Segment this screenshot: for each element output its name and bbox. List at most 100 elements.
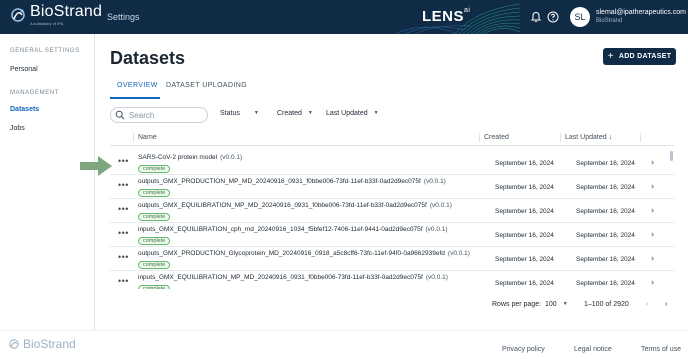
sidebar-item-datasets[interactable]: Datasets bbox=[10, 106, 39, 113]
chevron-right-icon[interactable]: › bbox=[651, 181, 654, 191]
table-row[interactable]: ••• inputs_GMX_EQUILIBRATION_MP_MD_20240… bbox=[110, 271, 674, 289]
user-email: slemal@ipatherapeutics.com bbox=[596, 9, 686, 16]
dataset-name[interactable]: outputs_GMX_PRODUCTION_Glycoprotein_MD_2… bbox=[138, 250, 470, 257]
more-options-icon[interactable]: ••• bbox=[118, 156, 129, 166]
status-filter-label: Status bbox=[220, 110, 240, 117]
caret-down-icon: ▼ bbox=[562, 301, 568, 308]
more-options-icon[interactable]: ••• bbox=[118, 252, 129, 262]
user-org: BioStrand bbox=[596, 18, 623, 24]
more-options-icon[interactable]: ••• bbox=[118, 180, 129, 190]
caret-down-icon: ▼ bbox=[253, 110, 259, 117]
active-tab-indicator bbox=[110, 97, 160, 99]
footer-brand-name: BioStrand bbox=[23, 337, 76, 351]
status-filter[interactable]: Status ▼ bbox=[220, 110, 259, 117]
column-header-created[interactable]: Created bbox=[484, 134, 509, 141]
created-date: September 16, 2024 bbox=[495, 280, 554, 287]
rows-per-page-label: Rows per page: bbox=[492, 301, 542, 308]
column-header-last-updated[interactable]: Last Updated ↓ bbox=[565, 134, 612, 141]
pagination-bar: Rows per page: 100 ▼ 1–100 of 2920 ‹ › bbox=[110, 297, 674, 313]
updated-date: September 16, 2024 bbox=[576, 232, 635, 239]
brand-name: BioStrand bbox=[30, 3, 103, 20]
created-filter[interactable]: Created ▼ bbox=[277, 110, 313, 117]
created-date: September 16, 2024 bbox=[495, 232, 554, 239]
plus-icon: + bbox=[607, 51, 614, 62]
dataset-version: (v0.0.1) bbox=[425, 226, 448, 233]
table-row[interactable]: ••• outputs_GMX_PRODUCTION_MP_MD_2024091… bbox=[110, 175, 674, 199]
chevron-right-icon[interactable]: › bbox=[651, 157, 654, 167]
chevron-right-icon[interactable]: › bbox=[651, 229, 654, 239]
sort-descending-icon: ↓ bbox=[608, 134, 613, 141]
tab-overview[interactable]: OVERVIEW bbox=[117, 82, 158, 89]
dataset-name[interactable]: outputs_GMX_PRODUCTION_MP_MD_20240916_09… bbox=[138, 178, 446, 185]
annotation-arrow-icon bbox=[80, 156, 112, 176]
updated-date: September 16, 2024 bbox=[576, 280, 635, 287]
updated-date: September 16, 2024 bbox=[576, 160, 635, 167]
next-page-icon[interactable]: › bbox=[665, 301, 667, 308]
column-separator bbox=[133, 133, 134, 142]
dataset-name[interactable]: outputs_GMX_EQUILIBRATION_MP_MD_20240916… bbox=[138, 202, 452, 209]
dataset-name[interactable]: inputs_GMX_EQUILIBRATION_cph_md_20240916… bbox=[138, 226, 448, 233]
table-row[interactable]: ••• SARS-CoV-2 protein model (v0.0.1) com… bbox=[110, 151, 674, 175]
table-body: ••• SARS-CoV-2 protein model (v0.0.1) com… bbox=[110, 151, 674, 289]
table-row[interactable]: ••• inputs_GMX_EQUILIBRATION_cph_md_2024… bbox=[110, 223, 674, 247]
chevron-right-icon[interactable]: › bbox=[651, 205, 654, 215]
search-box[interactable] bbox=[110, 107, 208, 123]
dataset-version: (v0.0.1) bbox=[220, 154, 243, 161]
footer-logo: BioStrand bbox=[7, 337, 76, 351]
add-dataset-button[interactable]: + ADD DATASET bbox=[603, 48, 676, 65]
status-badge: complete bbox=[138, 237, 171, 245]
updated-date: September 16, 2024 bbox=[576, 256, 635, 263]
page-range: 1–100 of 2920 bbox=[584, 301, 629, 308]
user-avatar[interactable]: SL bbox=[570, 7, 590, 27]
updated-date: September 16, 2024 bbox=[576, 208, 635, 215]
chevron-right-icon[interactable]: › bbox=[651, 253, 654, 263]
last-updated-filter[interactable]: Last Updated ▼ bbox=[326, 110, 379, 117]
updated-date: September 16, 2024 bbox=[576, 184, 635, 191]
legal-notice-link[interactable]: Legal notice bbox=[574, 346, 612, 353]
brand-logo[interactable]: BioStrand A subsidiary of IPA bbox=[8, 4, 102, 26]
caret-down-icon: ▼ bbox=[373, 110, 379, 117]
created-date: September 16, 2024 bbox=[495, 208, 554, 215]
column-header-name[interactable]: Name bbox=[138, 134, 157, 141]
caret-down-icon: ▼ bbox=[307, 110, 313, 117]
table-header: Name Created Last Updated ↓ bbox=[110, 130, 674, 146]
search-icon bbox=[115, 110, 125, 120]
created-filter-label: Created bbox=[277, 110, 302, 117]
sidebar-heading-management: MANAGEMENT bbox=[10, 90, 60, 96]
search-input[interactable] bbox=[129, 110, 205, 120]
dataset-version: (v0.0.1) bbox=[447, 250, 470, 257]
table-row[interactable]: ••• outputs_GMX_PRODUCTION_Glycoprotein_… bbox=[110, 247, 674, 271]
brand-subtitle: A subsidiary of IPA bbox=[30, 21, 64, 26]
help-icon[interactable] bbox=[547, 11, 559, 23]
biostrand-logo-icon bbox=[9, 339, 19, 349]
product-name: LENSai bbox=[422, 7, 471, 25]
dataset-version: (v0.0.1) bbox=[423, 178, 446, 185]
sidebar-item-personal[interactable]: Personal bbox=[10, 66, 38, 73]
status-badge: complete bbox=[138, 213, 171, 221]
page-title: Datasets bbox=[110, 48, 186, 68]
add-dataset-label: ADD DATASET bbox=[618, 53, 672, 60]
column-separator bbox=[640, 133, 641, 142]
tab-dataset-uploading[interactable]: DATASET UPLOADING bbox=[166, 82, 247, 89]
privacy-policy-link[interactable]: Privacy policy bbox=[502, 346, 545, 353]
table-row[interactable]: ••• outputs_GMX_EQUILIBRATION_MP_MD_2024… bbox=[110, 199, 674, 223]
terms-of-use-link[interactable]: Terms of use bbox=[641, 346, 681, 353]
biostrand-logo-icon bbox=[11, 8, 25, 22]
column-separator bbox=[479, 133, 480, 142]
more-options-icon[interactable]: ••• bbox=[118, 276, 129, 286]
sidebar-item-jobs[interactable]: Jobs bbox=[10, 125, 25, 132]
dataset-version: (v0.0.1) bbox=[429, 202, 452, 209]
last-updated-filter-label: Last Updated bbox=[326, 110, 368, 117]
more-options-icon[interactable]: ••• bbox=[118, 228, 129, 238]
previous-page-icon[interactable]: ‹ bbox=[646, 301, 648, 308]
table-scrollbar[interactable] bbox=[670, 151, 673, 161]
status-badge: complete bbox=[138, 285, 171, 289]
dataset-name[interactable]: SARS-CoV-2 protein model (v0.0.1) bbox=[138, 154, 242, 161]
chevron-right-icon[interactable]: › bbox=[651, 277, 654, 287]
topbar-section-title: Settings bbox=[107, 12, 140, 22]
more-options-icon[interactable]: ••• bbox=[118, 204, 129, 214]
rows-per-page-select[interactable]: 100 ▼ bbox=[545, 301, 568, 308]
dataset-name[interactable]: inputs_GMX_EQUILIBRATION_MP_MD_20240916_… bbox=[138, 274, 448, 281]
notifications-bell-icon[interactable] bbox=[530, 11, 542, 23]
footer: BioStrand Privacy policy Legal notice Te… bbox=[0, 330, 688, 359]
